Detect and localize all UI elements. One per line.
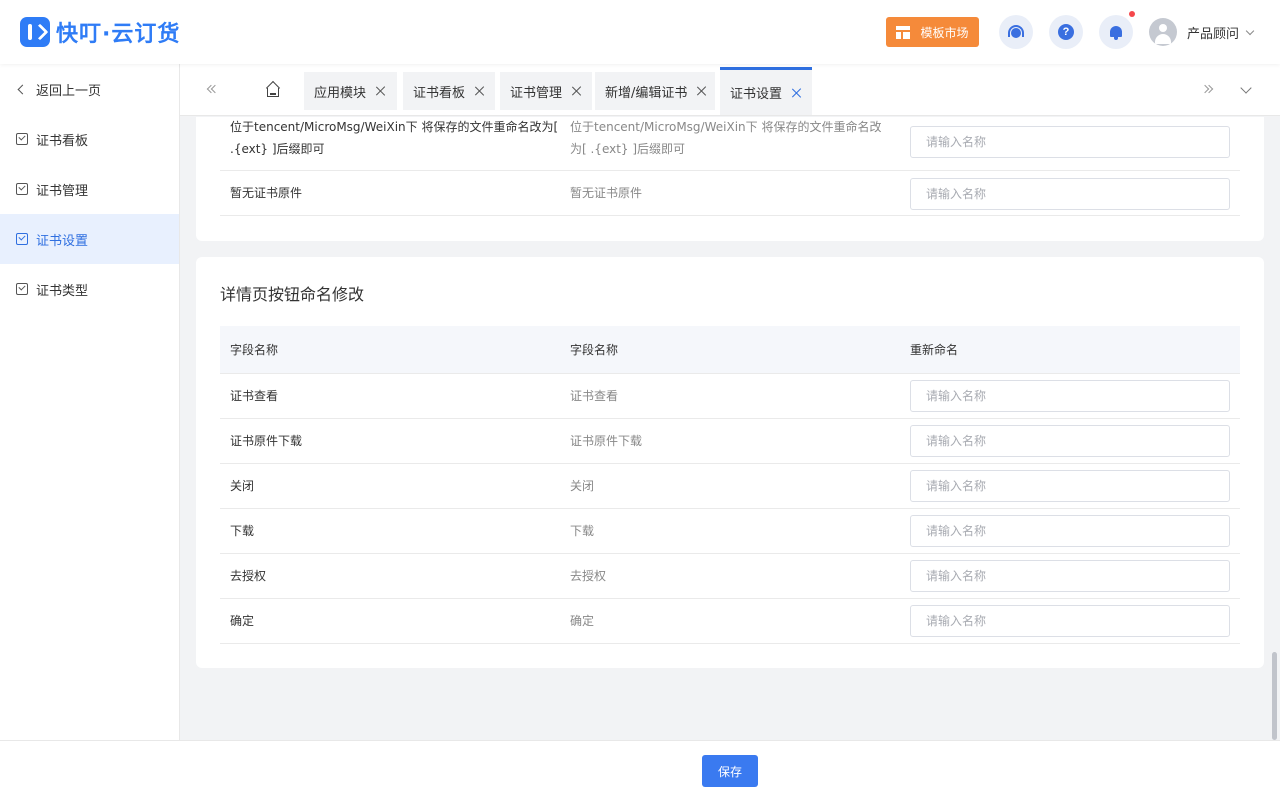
close-icon[interactable]: [475, 86, 485, 96]
detail-button-rename-card: 详情页按钮命名修改 字段名称 字段名称 重新命名 证书查看 证书查看 证书原件下…: [196, 257, 1264, 668]
tab-label: 证书看板: [413, 85, 466, 101]
table-row: 关闭 关闭: [220, 464, 1240, 509]
field-default: 位于tencent/MicroMsg/WeiXin下 将保存的文件重命名改为[ …: [570, 120, 882, 156]
sidebar-item-cert-dashboard[interactable]: 证书看板: [0, 114, 179, 164]
tab-bar: 应用模块 证书看板 证书管理 新增/编辑证书 证书设置: [180, 64, 1280, 116]
rename-input[interactable]: [910, 560, 1230, 592]
field-default: 下载: [570, 524, 595, 538]
field-default: 证书查看: [570, 389, 619, 403]
table-row: 暂无证书原件 暂无证书原件: [220, 171, 1240, 216]
tab-label: 应用模块: [314, 85, 367, 101]
table-header: 字段名称 字段名称 重新命名: [220, 326, 1240, 374]
column-header: 字段名称: [570, 343, 619, 357]
user-name: 产品顾问: [1187, 26, 1240, 42]
rename-card-upper: 位于tencent/MicroMsg/WeiXin下 将保存的文件重命名改为[ …: [196, 117, 1264, 241]
rename-input[interactable]: [910, 380, 1230, 412]
chevron-left-icon: [17, 84, 28, 94]
footer-bar: 保存: [0, 740, 1280, 800]
checkbox-calendar-icon: [16, 183, 28, 195]
template-icon: [896, 25, 911, 39]
home-icon[interactable]: [265, 80, 281, 97]
column-header: 重新命名: [910, 343, 959, 357]
template-market-label: 模板市场: [920, 25, 969, 40]
rename-input[interactable]: [910, 605, 1230, 637]
close-icon[interactable]: [792, 88, 802, 98]
close-icon[interactable]: [697, 86, 707, 96]
main-content: 位于tencent/MicroMsg/WeiXin下 将保存的文件重命名改为[ …: [180, 117, 1280, 740]
help-button[interactable]: ?: [1049, 15, 1083, 49]
sidebar-item-label: 证书类型: [36, 283, 89, 299]
back-link[interactable]: 返回上一页: [0, 64, 179, 114]
customer-service-icon: [1007, 24, 1025, 40]
field-name: 关闭: [230, 479, 255, 493]
bell-icon: [1109, 25, 1123, 40]
field-name: 证书查看: [230, 389, 279, 403]
rename-input[interactable]: [910, 425, 1230, 457]
column-header: 字段名称: [230, 343, 279, 357]
field-name: 去授权: [230, 569, 267, 583]
user-menu[interactable]: 产品顾问: [1149, 18, 1255, 46]
field-name: 下载: [230, 524, 255, 538]
tab-cert-management[interactable]: 证书管理: [500, 72, 592, 110]
rename-input[interactable]: [910, 178, 1230, 210]
double-chevron-left-icon[interactable]: [206, 82, 222, 96]
field-default: 去授权: [570, 569, 607, 583]
field-name: 暂无证书原件: [230, 186, 303, 200]
rename-input[interactable]: [910, 126, 1230, 158]
tab-cert-dashboard[interactable]: 证书看板: [403, 72, 495, 110]
sidebar: 返回上一页 证书看板 证书管理 证书设置 证书类型: [0, 64, 180, 740]
checkbox-calendar-icon: [16, 133, 28, 145]
question-icon: ?: [1058, 24, 1074, 40]
field-default: 关闭: [570, 479, 595, 493]
table-row: 去授权 去授权: [220, 554, 1240, 599]
logo-icon: [20, 17, 50, 47]
field-name: 位于tencent/MicroMsg/WeiXin下 将保存的文件重命名改为[ …: [230, 120, 559, 156]
field-name: 证书原件下载: [230, 434, 303, 448]
rename-input[interactable]: [910, 515, 1230, 547]
top-header: 快叮·云订货 模板市场 ? 产品顾问: [0, 0, 1280, 64]
sidebar-item-label: 证书看板: [36, 133, 89, 149]
template-market-button[interactable]: 模板市场: [886, 17, 979, 47]
section-title: 详情页按钮命名修改: [220, 285, 365, 304]
checkbox-calendar-icon: [16, 233, 28, 245]
back-label: 返回上一页: [36, 83, 102, 99]
field-default: 确定: [570, 614, 595, 628]
chevron-down-icon[interactable]: [1240, 82, 1252, 94]
save-button[interactable]: 保存: [702, 755, 758, 787]
app-logo[interactable]: 快叮·云订货: [20, 17, 180, 47]
sidebar-item-label: 证书管理: [36, 183, 89, 199]
tab-edit-cert[interactable]: 新增/编辑证书: [595, 72, 715, 110]
table-row: 确定 确定: [220, 599, 1240, 644]
tab-label: 证书管理: [510, 85, 563, 101]
sidebar-item-cert-settings[interactable]: 证书设置: [0, 214, 179, 264]
tab-app-modules[interactable]: 应用模块: [304, 72, 397, 110]
tab-label: 证书设置: [730, 87, 783, 102]
table-row: 证书原件下载 证书原件下载: [220, 419, 1240, 464]
sidebar-item-cert-management[interactable]: 证书管理: [0, 164, 179, 214]
scrollbar-thumb[interactable]: [1272, 652, 1277, 740]
rename-input[interactable]: [910, 470, 1230, 502]
avatar: [1149, 18, 1177, 46]
logo-text: 快叮·云订货: [56, 22, 181, 47]
field-default: 证书原件下载: [570, 434, 643, 448]
close-icon[interactable]: [572, 86, 582, 96]
notification-button[interactable]: [1099, 15, 1133, 49]
sidebar-item-cert-types[interactable]: 证书类型: [0, 264, 179, 314]
table-row: 证书查看 证书查看: [220, 374, 1240, 419]
tab-label: 新增/编辑证书: [605, 85, 688, 101]
table-row: 下载 下载: [220, 509, 1240, 554]
checkbox-calendar-icon: [16, 283, 28, 295]
table-row: 位于tencent/MicroMsg/WeiXin下 将保存的文件重命名改为[ …: [220, 117, 1240, 171]
tab-cert-settings[interactable]: 证书设置: [720, 67, 812, 115]
double-chevron-right-icon[interactable]: [1200, 82, 1216, 96]
chevron-down-icon: [1245, 26, 1255, 35]
field-default: 暂无证书原件: [570, 186, 643, 200]
field-name: 确定: [230, 614, 255, 628]
customer-service-button[interactable]: [999, 15, 1033, 49]
close-icon[interactable]: [376, 86, 386, 96]
sidebar-item-label: 证书设置: [36, 233, 89, 249]
notification-dot: [1129, 11, 1135, 17]
